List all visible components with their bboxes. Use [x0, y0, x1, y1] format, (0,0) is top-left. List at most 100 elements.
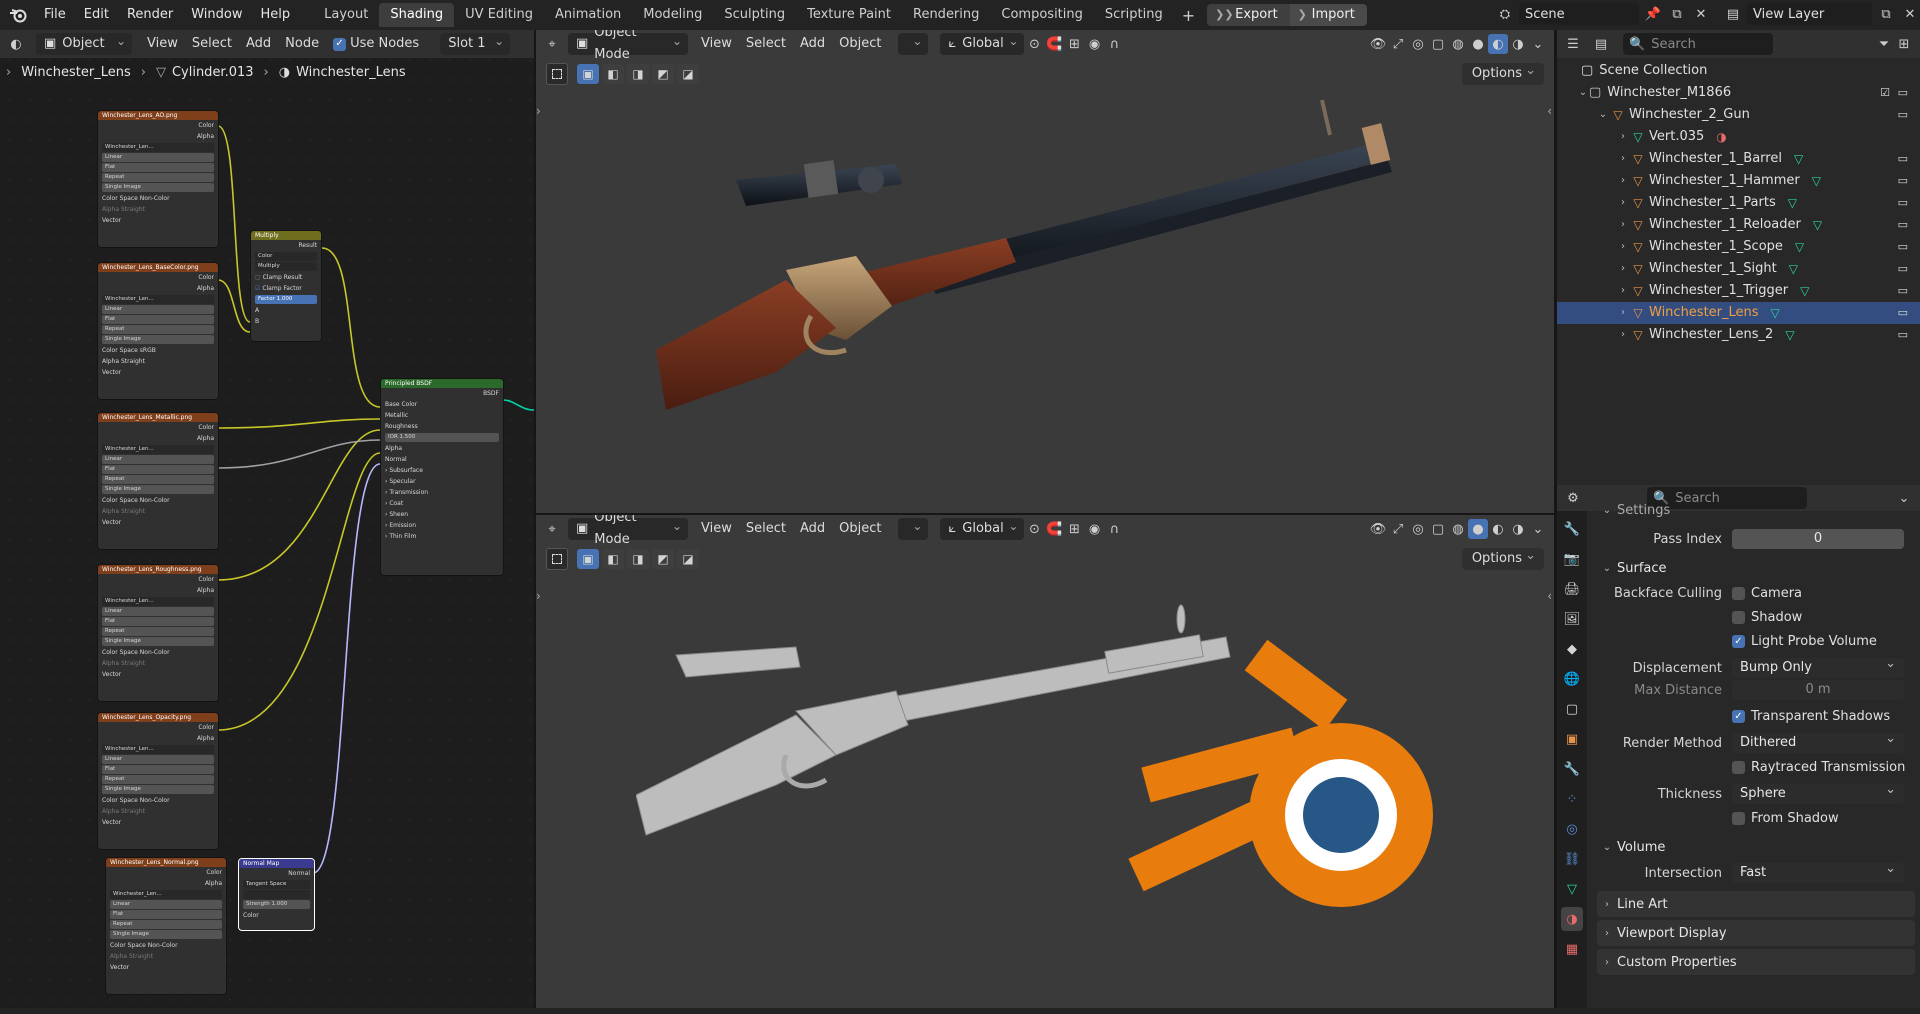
object-tab-icon[interactable]: ▣ [1561, 727, 1583, 751]
select-invert-icon[interactable]: ◩ [652, 549, 674, 569]
tree-item-object[interactable]: › ▽ Winchester_Lens ▽ ▭ [1557, 302, 1920, 324]
visibility-icon[interactable]: 👁 [1368, 519, 1388, 539]
data-tab-icon[interactable]: ▽ [1561, 877, 1583, 901]
menu-add[interactable]: Add [793, 33, 832, 55]
input-vector[interactable]: Vector [98, 817, 218, 828]
tree-item-object[interactable]: › ▽ Vert.035 ◑ [1557, 126, 1920, 148]
tab-rendering[interactable]: Rendering [902, 3, 990, 27]
tree-item-object[interactable]: › ▽ Winchester_1_Trigger ▽ ▭ [1557, 280, 1920, 302]
projection-dropdown[interactable]: Flat [102, 163, 214, 172]
output-alpha[interactable]: Alpha [98, 283, 218, 294]
rendered-shading-icon[interactable]: ◑ [1508, 519, 1528, 539]
expand-icon[interactable]: › [1617, 236, 1629, 258]
tab-animation[interactable]: Animation [544, 3, 632, 27]
volume-panel-header[interactable]: ⌄ Volume [1597, 834, 1915, 860]
input-vector[interactable]: Vector [106, 962, 226, 973]
expand-icon[interactable]: › [1617, 170, 1629, 192]
panel-transmission[interactable]: › Transmission [381, 487, 503, 498]
input-metallic[interactable]: Metallic [381, 410, 503, 421]
tab-uv-editing[interactable]: UV Editing [454, 3, 544, 27]
expand-icon[interactable]: › [1617, 280, 1629, 302]
material-shading-icon[interactable]: ◐ [1488, 519, 1508, 539]
from-shadow-checkbox[interactable]: From Shadow [1732, 811, 1839, 826]
strength-slider[interactable]: Strength 1.000 [243, 900, 310, 909]
menu-add[interactable]: Add [793, 518, 832, 540]
output-color[interactable]: Color [98, 422, 218, 433]
scene-selector[interactable]: Scene [1519, 3, 1639, 25]
new-view-layer-icon[interactable]: ⧉ [1876, 4, 1896, 24]
extension-dropdown[interactable]: Repeat [102, 475, 214, 484]
snap-target-icon[interactable]: ⊞ [1064, 519, 1084, 539]
snap-target-icon[interactable]: ⊞ [1064, 34, 1084, 54]
tree-item-object[interactable]: › ▽ Winchester_1_Reloader ▽ ▭ [1557, 214, 1920, 236]
view-layer-tab-icon[interactable]: 🖼 [1561, 607, 1583, 631]
input-base-color[interactable]: Base Color [381, 399, 503, 410]
scene-tab-icon[interactable]: ◆ [1561, 637, 1583, 661]
tree-item-object[interactable]: › ▽ Winchester_1_Hammer ▽ ▭ [1557, 170, 1920, 192]
extra-dropdown[interactable] [898, 30, 929, 55]
source-dropdown[interactable]: Single Image [102, 637, 214, 646]
space-dropdown[interactable]: Tangent Space [243, 880, 310, 889]
tool-tab-icon[interactable]: 🔧 [1561, 517, 1583, 541]
xray-icon[interactable]: ▢ [1428, 519, 1448, 539]
data-type-dropdown[interactable]: Color [255, 252, 317, 261]
projection-dropdown[interactable]: Flat [102, 765, 214, 774]
menu-help[interactable]: Help [252, 4, 300, 26]
menu-view[interactable]: View [694, 518, 739, 540]
output-color[interactable]: Color [98, 722, 218, 733]
panel-emission[interactable]: › Emission [381, 520, 503, 531]
transparent-shadows-checkbox[interactable]: ✓ Transparent Shadows [1732, 709, 1890, 724]
output-normal[interactable]: Normal [239, 868, 314, 879]
projection-dropdown[interactable]: Flat [102, 617, 214, 626]
eye-icon[interactable]: ▭ [1898, 170, 1908, 192]
gizmo-icon[interactable]: ⤢ [1388, 519, 1408, 539]
input-a[interactable]: A [251, 305, 321, 316]
projection-dropdown[interactable]: Flat [102, 315, 214, 324]
mode-dropdown[interactable]: ▣ Object Mode [568, 515, 688, 547]
tab-texture-paint[interactable]: Texture Paint [796, 3, 902, 27]
output-alpha[interactable]: Alpha [98, 585, 218, 596]
projection-dropdown[interactable]: Flat [102, 465, 214, 474]
extension-dropdown[interactable]: Repeat [102, 325, 214, 334]
max-distance-field[interactable]: 0 m [1732, 680, 1904, 700]
tab-compositing[interactable]: Compositing [990, 3, 1094, 27]
pivot-icon[interactable]: ⊙ [1024, 519, 1044, 539]
input-vector[interactable]: Vector [98, 517, 218, 528]
tab-scripting[interactable]: Scripting [1094, 3, 1174, 27]
image-selector[interactable]: Winchester_Len... [102, 445, 214, 454]
scene-icon[interactable]: ⛭ [1495, 4, 1515, 24]
gizmo-icon[interactable]: ⤢ [1388, 34, 1408, 54]
light-probe-checkbox[interactable]: ✓ Light Probe Volume [1732, 634, 1877, 649]
select-intersect-icon[interactable]: ◪ [677, 549, 699, 569]
wireframe-shading-icon[interactable]: ◍ [1448, 34, 1468, 54]
interpolation-dropdown[interactable]: Linear [102, 455, 214, 464]
modifiers-tab-icon[interactable]: 🔧 [1561, 757, 1583, 781]
expand-icon[interactable]: › [1617, 324, 1629, 346]
world-tab-icon[interactable]: 🌐 [1561, 667, 1583, 691]
colorspace-row[interactable]: Color Space Non-Color [98, 647, 218, 658]
render-tab-icon[interactable]: 📷 [1561, 547, 1583, 571]
view-layer-selector[interactable]: View Layer [1747, 3, 1872, 25]
menu-object[interactable]: Object [832, 518, 888, 540]
eye-icon[interactable]: ▭ [1898, 302, 1908, 324]
eye-icon[interactable]: ▭ [1898, 280, 1908, 302]
image-selector[interactable]: Winchester_Len... [102, 295, 214, 304]
colorspace-row[interactable]: Color Space Non-Color [106, 940, 226, 951]
image-texture-node-roughness[interactable]: Winchester_Lens_Roughness.png Color Alph… [97, 564, 219, 702]
output-result[interactable]: Result [251, 240, 321, 251]
viewport-display-panel-header[interactable]: › Viewport Display [1597, 920, 1915, 946]
toolbar-toggle-icon[interactable]: › [536, 104, 541, 118]
eye-icon[interactable]: ▭ [1898, 104, 1908, 126]
menu-object[interactable]: Object [832, 33, 888, 55]
select-new-icon[interactable]: ▣ [577, 549, 599, 569]
menu-window[interactable]: Window [182, 4, 251, 26]
panel-specular[interactable]: › Specular [381, 476, 503, 487]
colorspace-row[interactable]: Color Space Non-Color [98, 795, 218, 806]
particles-tab-icon[interactable]: ⁘ [1561, 787, 1583, 811]
settings-panel-header[interactable]: ⌄ Settings [1597, 501, 1915, 519]
input-vector[interactable]: Vector [98, 215, 218, 226]
constraints-tab-icon[interactable]: ⛓ [1561, 847, 1583, 871]
select-box-tool-icon[interactable] [546, 63, 568, 85]
add-workspace-icon[interactable]: + [1174, 6, 1203, 25]
panel-coat[interactable]: › Coat [381, 498, 503, 509]
